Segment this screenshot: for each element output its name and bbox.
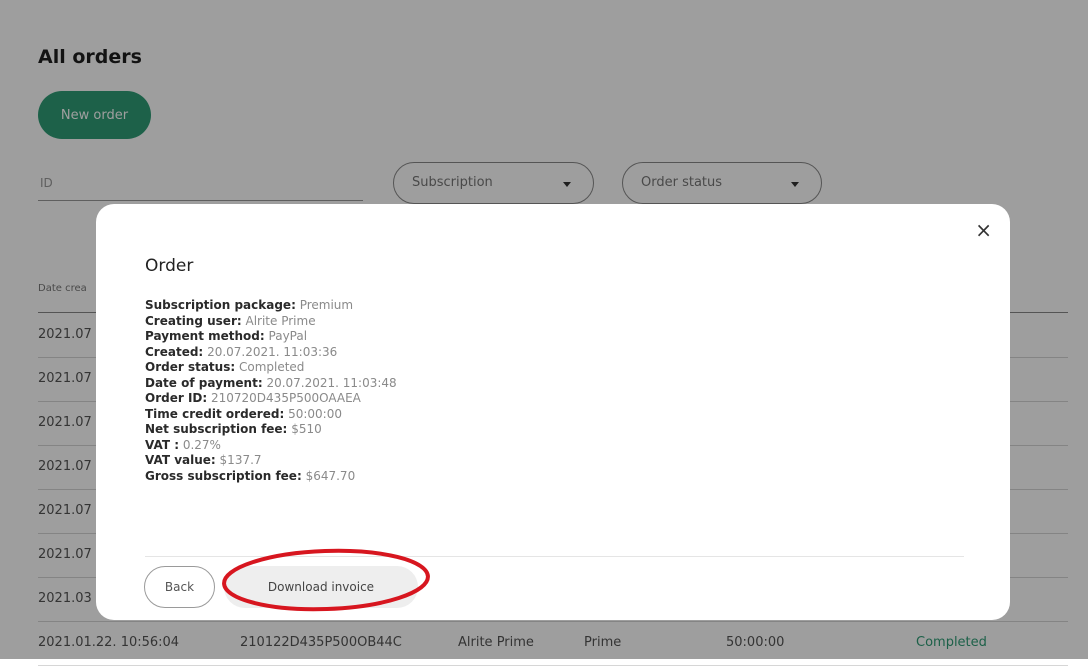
modal-divider xyxy=(145,556,964,557)
download-invoice-button[interactable]: Download invoice xyxy=(224,566,418,608)
detail-order-id: Order ID: 210720D435P500OAAEA xyxy=(145,391,361,405)
order-details: Subscription package: Premium Creating u… xyxy=(145,298,397,484)
detail-vat: VAT : 0.27% xyxy=(145,437,221,452)
modal-title: Order xyxy=(145,256,194,276)
detail-created: Created: 20.07.2021. 11:03:36 xyxy=(145,344,338,359)
detail-creating-user: Creating user: Alrite Prime xyxy=(145,313,316,328)
detail-payment-method: Payment method: PayPal xyxy=(145,329,308,343)
detail-date-of-payment: Date of payment: 20.07.2021. 11:03:48 xyxy=(145,375,397,390)
order-modal: × Order Subscription package: Premium Cr… xyxy=(96,204,1010,620)
detail-subscription-package: Subscription package: Premium xyxy=(145,298,354,312)
close-icon[interactable]: × xyxy=(975,218,992,242)
detail-gross-fee: Gross subscription fee: $647.70 xyxy=(145,468,356,483)
detail-time-credit: Time credit ordered: 50:00:00 xyxy=(145,406,342,421)
back-button[interactable]: Back xyxy=(144,566,215,608)
detail-net-fee: Net subscription fee: $510 xyxy=(145,422,322,436)
detail-vat-value: VAT value: $137.7 xyxy=(145,453,262,467)
detail-order-status: Order status: Completed xyxy=(145,360,305,374)
